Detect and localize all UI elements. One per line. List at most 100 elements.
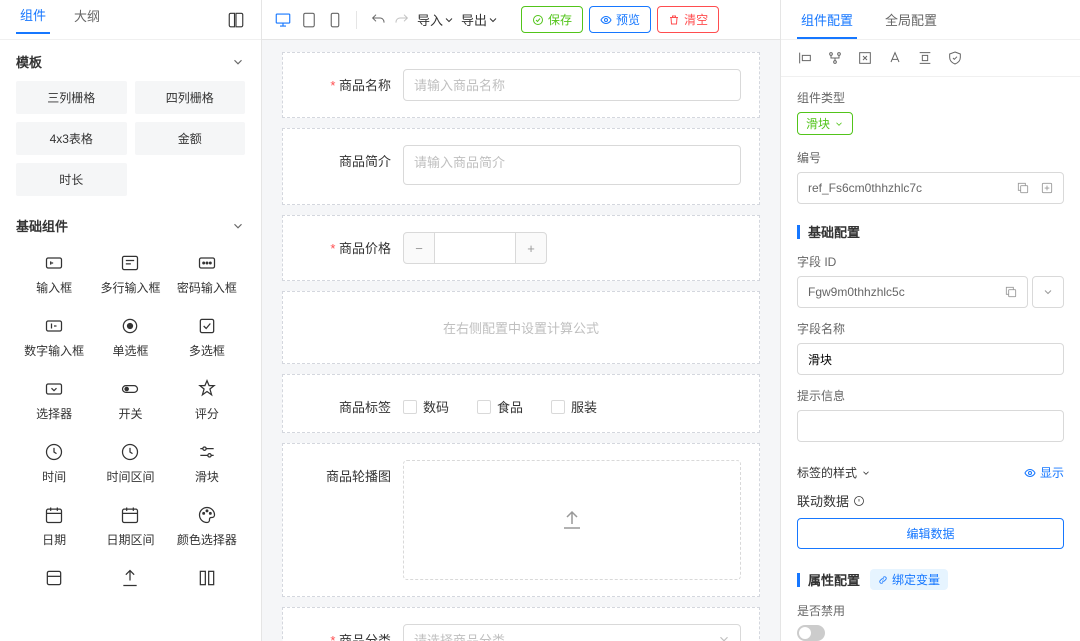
tab-global-config[interactable]: 全局配置 — [881, 0, 941, 39]
tab-components[interactable]: 组件 — [16, 5, 50, 34]
form-item-name[interactable]: 商品名称 — [282, 52, 760, 118]
form-item-category[interactable]: 商品分类 — [282, 607, 760, 641]
comp-upload[interactable] — [92, 560, 168, 602]
mobile-icon[interactable] — [326, 11, 344, 29]
price-input[interactable] — [435, 232, 515, 264]
basic-title: 基础组件 — [16, 216, 68, 235]
export-button[interactable]: 导出 — [461, 10, 499, 29]
chevron-down-icon[interactable] — [231, 219, 245, 233]
chevron-down-button[interactable] — [1032, 276, 1064, 308]
template-item[interactable]: 时长 — [16, 163, 127, 196]
font-icon[interactable] — [887, 50, 903, 66]
calendar-icon — [120, 505, 140, 525]
bind-var-badge[interactable]: 绑定变量 — [870, 569, 948, 590]
category-select[interactable] — [403, 624, 741, 641]
box-icon[interactable] — [857, 50, 873, 66]
clock-icon — [120, 442, 140, 462]
disable-switch[interactable] — [797, 625, 825, 641]
form-item-tags[interactable]: 商品标签 数码 食品 服装 — [282, 374, 760, 433]
clear-button[interactable]: 清空 — [657, 6, 719, 33]
basic-components-section: 基础组件 输入框 多行输入框 密码输入框 数字输入框 单选框 多选框 选择器 开… — [0, 204, 261, 610]
radio-icon — [120, 316, 140, 336]
book-icon[interactable] — [227, 11, 245, 29]
label-style-toggle[interactable]: 标签的样式 — [797, 464, 871, 481]
shield-icon[interactable] — [947, 50, 963, 66]
field-id-label: 字段 ID — [797, 253, 1064, 270]
spacing-icon[interactable] — [917, 50, 933, 66]
switch-icon — [120, 379, 140, 399]
comp-number[interactable]: 数字输入框 — [16, 308, 92, 367]
comp-radio[interactable]: 单选框 — [92, 308, 168, 367]
field-name-label: 字段名称 — [797, 320, 1064, 337]
checkbox-option[interactable]: 食品 — [477, 397, 523, 416]
comp-password[interactable]: 密码输入框 — [169, 245, 245, 304]
import-button[interactable]: 导入 — [417, 10, 455, 29]
form-item-price[interactable]: 商品价格 − + — [282, 215, 760, 281]
right-panel: 组件配置 全局配置 组件类型 滑块 编号 基础配置 — [780, 0, 1080, 641]
template-item[interactable]: 四列栅格 — [135, 81, 246, 114]
undo-icon[interactable] — [369, 11, 387, 29]
hint-label: 提示信息 — [797, 387, 1064, 404]
tablet-icon[interactable] — [300, 11, 318, 29]
node-icon[interactable] — [827, 50, 843, 66]
comp-textarea[interactable]: 多行输入框 — [92, 245, 168, 304]
save-button[interactable]: 保存 — [521, 6, 583, 33]
tab-comp-config[interactable]: 组件配置 — [797, 0, 857, 39]
checkbox-option[interactable]: 数码 — [403, 397, 449, 416]
template-item[interactable]: 4x3表格 — [16, 122, 127, 155]
comp-input[interactable]: 输入框 — [16, 245, 92, 304]
form-label: 商品名称 — [301, 69, 391, 94]
chevron-down-icon[interactable] — [231, 55, 245, 69]
form-label: 商品价格 — [301, 232, 391, 257]
center-panel: 导入 导出 保存 预览 清空 商品名称 商品简介 商 — [262, 0, 780, 641]
comp-date[interactable]: 日期 — [16, 497, 92, 556]
template-item[interactable]: 金额 — [135, 122, 246, 155]
comp-time-range[interactable]: 时间区间 — [92, 434, 168, 493]
intro-textarea[interactable] — [403, 145, 741, 185]
comp-unknown2[interactable] — [169, 560, 245, 602]
name-input[interactable] — [403, 69, 741, 101]
checkbox-option[interactable]: 服装 — [551, 397, 597, 416]
price-stepper[interactable]: − + — [403, 232, 547, 264]
form-item-formula[interactable]: 在右侧配置中设置计算公式 — [282, 291, 760, 364]
templates-section: 模板 三列栅格 四列栅格 4x3表格 金额 时长 — [0, 40, 261, 204]
locate-icon[interactable] — [1035, 176, 1059, 200]
number-icon — [44, 316, 64, 336]
comp-date-range[interactable]: 日期区间 — [92, 497, 168, 556]
config-icon-bar — [781, 40, 1080, 77]
tab-outline[interactable]: 大纲 — [70, 6, 104, 33]
template-item[interactable]: 三列栅格 — [16, 81, 127, 114]
comp-color[interactable]: 颜色选择器 — [169, 497, 245, 556]
basic-config-title: 基础配置 — [797, 222, 1064, 241]
redo-icon[interactable] — [393, 11, 411, 29]
edit-data-button[interactable]: 编辑数据 — [797, 518, 1064, 549]
comp-rate[interactable]: 评分 — [169, 371, 245, 430]
field-id-input[interactable] — [808, 285, 999, 299]
component-type-tag[interactable]: 滑块 — [797, 112, 853, 135]
minus-button[interactable]: − — [403, 232, 435, 264]
preview-button[interactable]: 预览 — [589, 6, 651, 33]
comp-switch[interactable]: 开关 — [92, 371, 168, 430]
chevron-down-icon — [717, 632, 731, 641]
plus-button[interactable]: + — [515, 232, 547, 264]
comp-slider[interactable]: 滑块 — [169, 434, 245, 493]
form-item-carousel[interactable]: 商品轮播图 — [282, 443, 760, 597]
calendar-icon — [44, 505, 64, 525]
show-link[interactable]: 显示 — [1024, 464, 1064, 481]
copy-icon[interactable] — [999, 280, 1023, 304]
id-input[interactable] — [808, 181, 1011, 195]
upload-box[interactable] — [403, 460, 741, 580]
checkbox-icon — [197, 316, 217, 336]
copy-icon[interactable] — [1011, 176, 1035, 200]
desktop-icon[interactable] — [274, 11, 292, 29]
comp-time[interactable]: 时间 — [16, 434, 92, 493]
type-label: 组件类型 — [797, 89, 1064, 106]
insert-left-icon[interactable] — [797, 50, 813, 66]
slider-icon — [197, 442, 217, 462]
form-item-intro[interactable]: 商品简介 — [282, 128, 760, 205]
comp-checkbox[interactable]: 多选框 — [169, 308, 245, 367]
comp-select[interactable]: 选择器 — [16, 371, 92, 430]
comp-unknown[interactable] — [16, 560, 92, 602]
hint-input[interactable] — [797, 410, 1064, 442]
field-name-input[interactable] — [797, 343, 1064, 375]
